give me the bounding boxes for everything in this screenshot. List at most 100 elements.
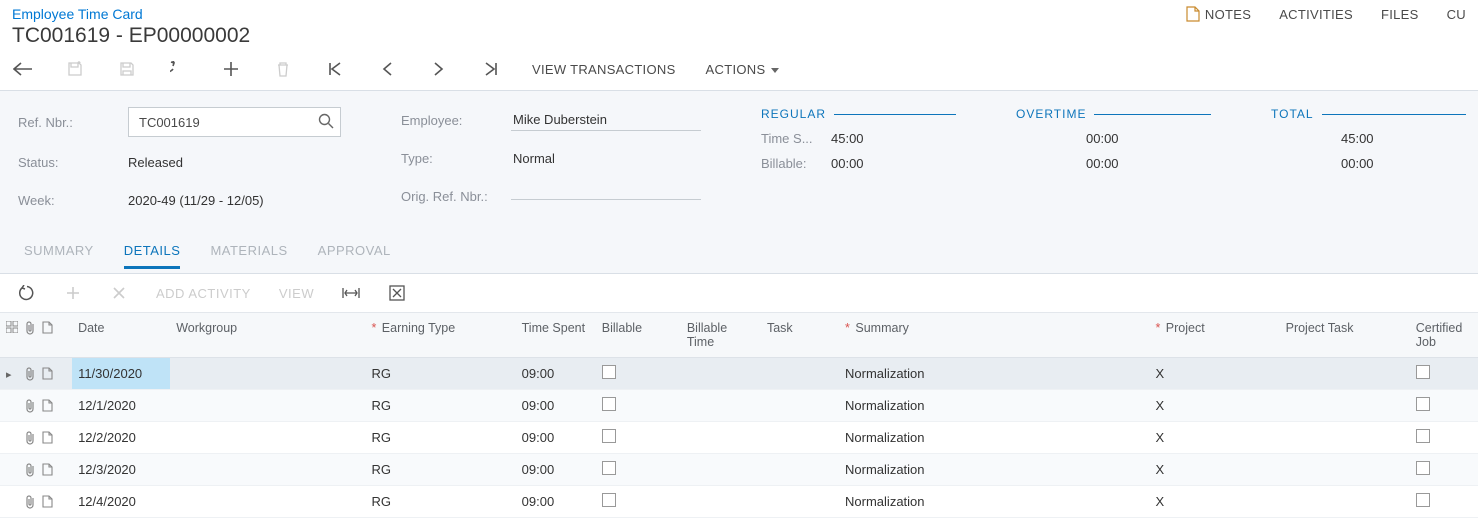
- cell-billable[interactable]: [596, 486, 681, 518]
- cell-task[interactable]: [761, 486, 839, 518]
- tab-details[interactable]: DETAILS: [124, 243, 181, 269]
- cell-task[interactable]: [761, 358, 839, 390]
- cell-project[interactable]: X: [1149, 454, 1279, 486]
- checkbox[interactable]: [1416, 365, 1430, 379]
- cell-certified-job[interactable]: [1410, 454, 1478, 486]
- cell-billable[interactable]: [596, 454, 681, 486]
- row-attachment-icon[interactable]: [18, 390, 36, 422]
- col-billable-time[interactable]: Billable Time: [681, 313, 761, 358]
- cell-earning-type[interactable]: RG: [365, 390, 515, 422]
- row-note-icon[interactable]: [36, 454, 54, 486]
- col-project[interactable]: Project: [1149, 313, 1279, 358]
- cell-earning-type[interactable]: RG: [365, 486, 515, 518]
- activities-action[interactable]: ACTIVITIES: [1279, 7, 1353, 22]
- cell-billable-time[interactable]: [681, 358, 761, 390]
- customize-action[interactable]: CU: [1447, 7, 1466, 22]
- cell-time-spent[interactable]: 09:00: [516, 390, 596, 422]
- table-row[interactable]: 12/3/2020 RG09:00 NormalizationX: [0, 454, 1478, 486]
- first-record-button[interactable]: [324, 58, 346, 80]
- cell-project-task[interactable]: [1280, 390, 1410, 422]
- table-row[interactable]: 12/2/2020RG09:00NormalizationX: [0, 422, 1478, 454]
- cell-project-task[interactable]: [1280, 486, 1410, 518]
- cell-time-spent[interactable]: 09:00: [516, 422, 596, 454]
- col-row-selector[interactable]: [0, 313, 18, 358]
- col-time-spent[interactable]: Time Spent: [516, 313, 596, 358]
- cell-billable-time[interactable]: [681, 454, 761, 486]
- prev-record-button[interactable]: [376, 58, 398, 80]
- back-button[interactable]: [12, 58, 34, 80]
- add-new-button[interactable]: [220, 58, 242, 80]
- row-note-icon[interactable]: [36, 422, 54, 454]
- cell-billable[interactable]: [596, 390, 681, 422]
- col-earning-type[interactable]: Earning Type: [365, 313, 515, 358]
- ref-nbr-input[interactable]: TC001619: [128, 107, 341, 137]
- cell-time-spent[interactable]: 09:00: [516, 454, 596, 486]
- col-task[interactable]: Task: [761, 313, 839, 358]
- cell-billable-time[interactable]: [681, 486, 761, 518]
- cell-billable[interactable]: [596, 358, 681, 390]
- col-project-task[interactable]: Project Task: [1280, 313, 1410, 358]
- table-row[interactable]: ▸11/30/2020RG09:00NormalizationX: [0, 358, 1478, 390]
- cell-project-task[interactable]: [1280, 358, 1410, 390]
- cell-certified-job[interactable]: [1410, 390, 1478, 422]
- checkbox[interactable]: [602, 365, 616, 379]
- row-note-icon[interactable]: [36, 358, 54, 390]
- col-billable[interactable]: Billable: [596, 313, 681, 358]
- notes-action[interactable]: NOTES: [1186, 6, 1251, 22]
- search-icon[interactable]: [318, 113, 334, 129]
- cell-project[interactable]: X: [1149, 358, 1279, 390]
- row-attachment-icon[interactable]: [18, 422, 36, 454]
- cell-summary[interactable]: Normalization: [839, 454, 1149, 486]
- row-attachment-icon[interactable]: [18, 486, 36, 518]
- cell-certified-job[interactable]: [1410, 486, 1478, 518]
- cell-date[interactable]: 12/4/2020: [72, 486, 170, 518]
- checkbox[interactable]: [602, 429, 616, 443]
- cell-certified-job[interactable]: [1410, 358, 1478, 390]
- col-certified-job[interactable]: Certified Job: [1410, 313, 1478, 358]
- cell-billable-time[interactable]: [681, 422, 761, 454]
- checkbox[interactable]: [602, 397, 616, 411]
- undo-button[interactable]: [168, 58, 190, 80]
- cell-earning-type[interactable]: RG: [365, 422, 515, 454]
- actions-menu[interactable]: ACTIONS: [706, 62, 780, 77]
- cell-earning-type[interactable]: RG: [365, 454, 515, 486]
- checkbox[interactable]: [602, 493, 616, 507]
- tab-summary[interactable]: SUMMARY: [24, 243, 94, 269]
- checkbox[interactable]: [1416, 397, 1430, 411]
- cell-project[interactable]: X: [1149, 486, 1279, 518]
- row-note-icon[interactable]: [36, 486, 54, 518]
- cell-time-spent[interactable]: 09:00: [516, 358, 596, 390]
- files-action[interactable]: FILES: [1381, 7, 1419, 22]
- cell-workgroup[interactable]: [170, 422, 365, 454]
- col-summary[interactable]: Summary: [839, 313, 1149, 358]
- export-excel-button[interactable]: [388, 284, 406, 302]
- cell-time-spent[interactable]: 09:00: [516, 486, 596, 518]
- cell-billable[interactable]: [596, 422, 681, 454]
- row-attachment-icon[interactable]: [18, 358, 36, 390]
- last-record-button[interactable]: [480, 58, 502, 80]
- col-workgroup[interactable]: Workgroup: [170, 313, 365, 358]
- cell-task[interactable]: [761, 390, 839, 422]
- cell-project[interactable]: X: [1149, 422, 1279, 454]
- cell-workgroup[interactable]: [170, 454, 365, 486]
- table-row[interactable]: 12/1/2020RG09:00NormalizationX: [0, 390, 1478, 422]
- cell-earning-type[interactable]: RG: [365, 358, 515, 390]
- fit-columns-button[interactable]: [342, 284, 360, 302]
- col-note[interactable]: [36, 313, 54, 358]
- row-attachment-icon[interactable]: [18, 454, 36, 486]
- cell-certified-job[interactable]: [1410, 422, 1478, 454]
- next-record-button[interactable]: [428, 58, 450, 80]
- cell-task[interactable]: [761, 422, 839, 454]
- cell-date[interactable]: 12/3/2020: [72, 454, 170, 486]
- cell-summary[interactable]: Normalization: [839, 486, 1149, 518]
- tab-approval[interactable]: APPROVAL: [318, 243, 391, 269]
- checkbox[interactable]: [1416, 493, 1430, 507]
- cell-date[interactable]: 12/1/2020: [72, 390, 170, 422]
- row-note-icon[interactable]: [36, 390, 54, 422]
- tab-materials[interactable]: MATERIALS: [210, 243, 287, 269]
- cell-workgroup[interactable]: [170, 358, 365, 390]
- cell-date[interactable]: 11/30/2020: [72, 358, 170, 390]
- cell-project-task[interactable]: [1280, 454, 1410, 486]
- col-attachment[interactable]: [18, 313, 36, 358]
- checkbox[interactable]: [602, 461, 616, 475]
